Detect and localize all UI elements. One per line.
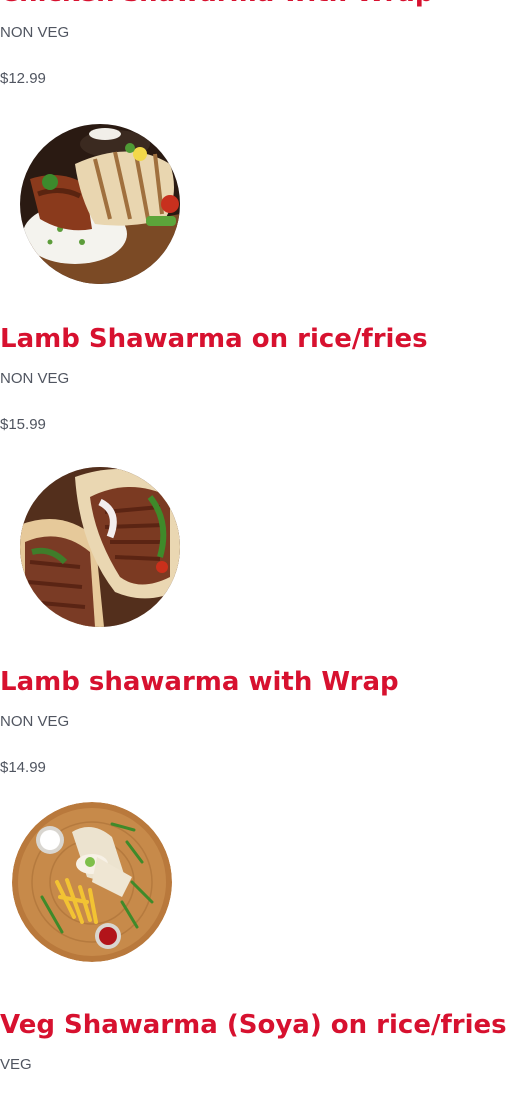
menu-item-lamb-shawarma-rice[interactable]: Lamb Shawarma on rice/fries NON VEG $15.… [0,324,525,444]
item-price: $15.99 [0,416,46,433]
menu-item-lamb-shawarma-wrap[interactable]: Lamb shawarma with Wrap NON VEG $14.99 [0,667,525,787]
item-type: NON VEG [0,24,70,41]
menu-item-chicken-shawarma-wrap[interactable]: Chicken shawarma with Wrap NON VEG $12.9… [0,0,525,138]
menu-list: Chicken shawarma with Wrap NON VEG $12.9… [0,0,525,1106]
item-title[interactable]: Lamb Shawarma on rice/fries [0,324,428,354]
item-image-lamb-shawarma-wrap[interactable] [12,802,172,962]
item-type: NON VEG [0,713,70,730]
item-image-lamb-shawarma-rice[interactable] [20,467,180,627]
item-image-chicken-shawarma[interactable] [20,124,180,284]
item-title[interactable]: Chicken shawarma with Wrap [0,0,433,8]
item-title[interactable]: Lamb shawarma with Wrap [0,667,399,697]
menu-item-veg-shawarma-soya[interactable]: Veg Shawarma (Soya) on rice/fries VEG [0,1010,525,1106]
item-price: $14.99 [0,759,46,776]
item-title[interactable]: Veg Shawarma (Soya) on rice/fries [0,1010,507,1040]
item-type: NON VEG [0,370,70,387]
item-price: $12.99 [0,70,46,87]
item-type: VEG [0,1056,32,1073]
